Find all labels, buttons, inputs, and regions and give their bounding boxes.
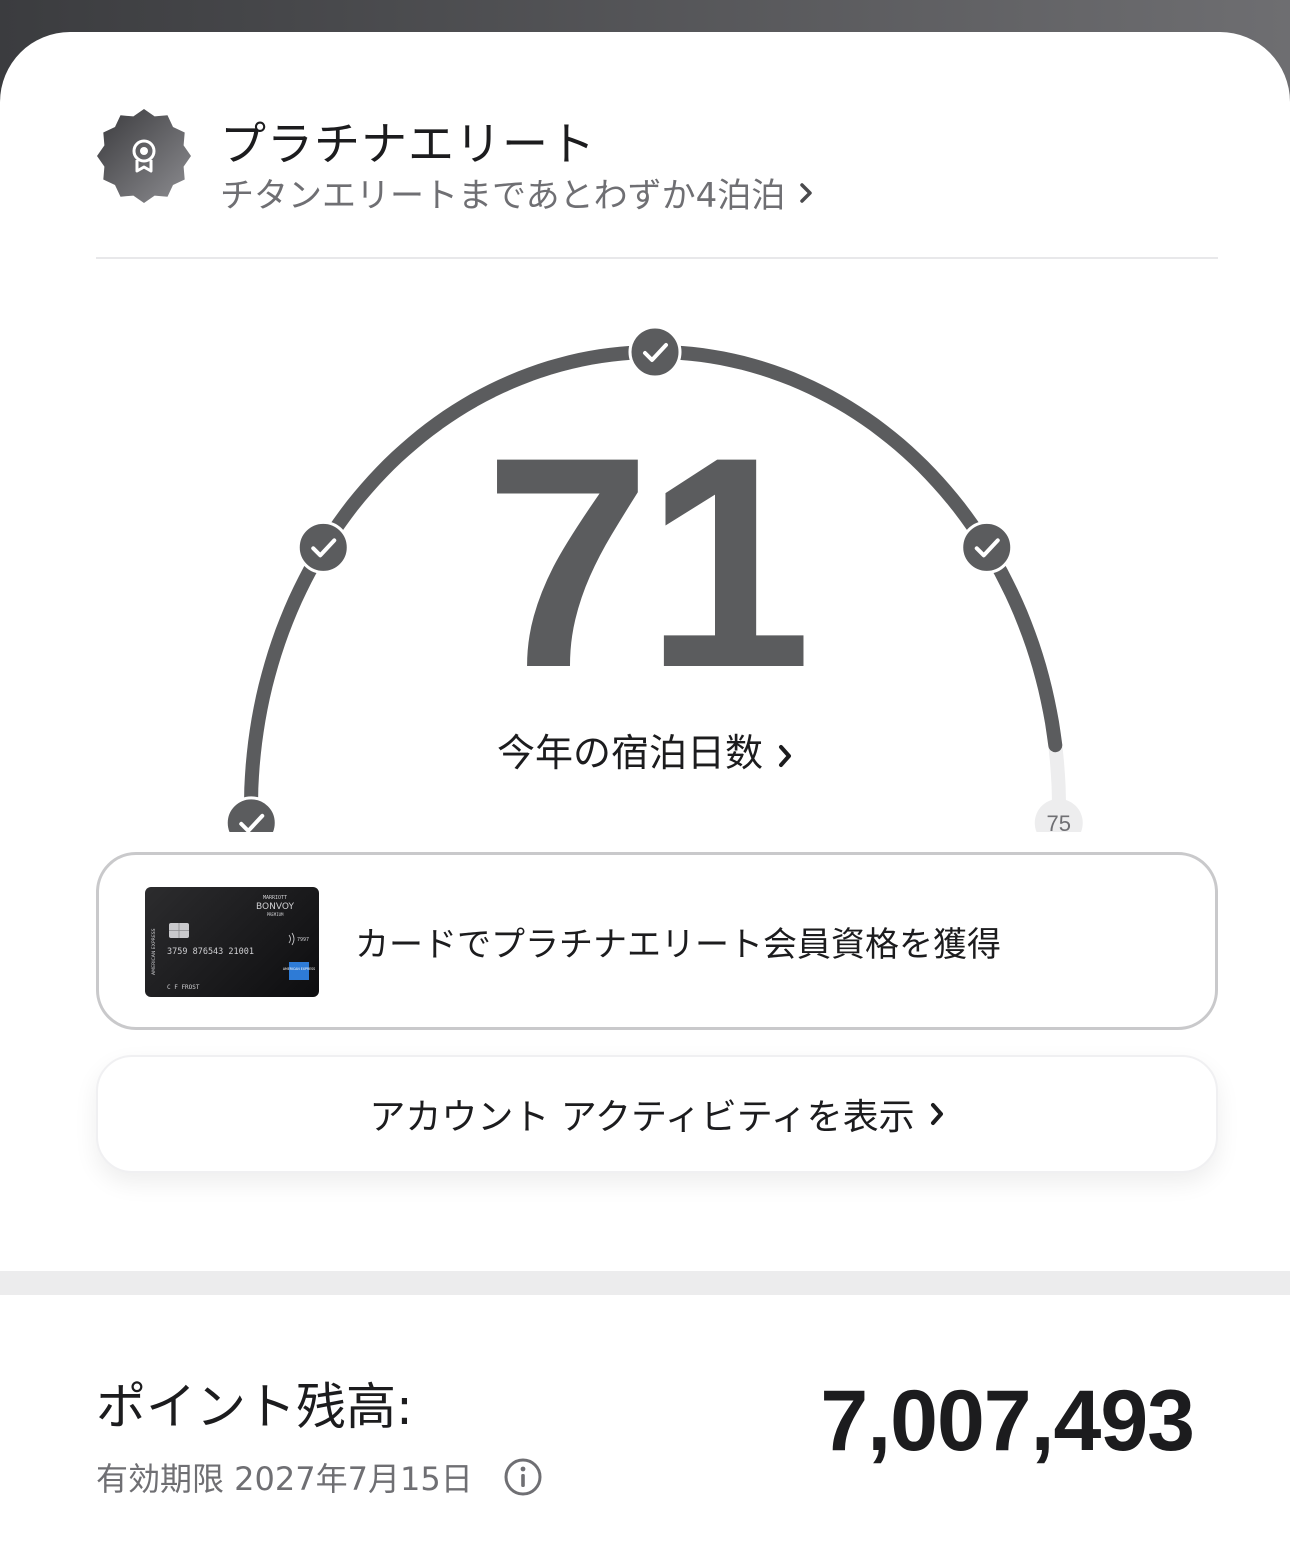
nights-label: 今年の宿泊日数 [496, 731, 763, 775]
card-holder: C F FROST [167, 984, 200, 991]
points-balance-value: 7,007,493 [820, 1373, 1195, 1469]
milestone-marker [628, 325, 682, 379]
nights-count: 71 [484, 394, 812, 730]
view-account-activity-button[interactable]: アカウント アクティビティを表示 [96, 1055, 1218, 1173]
goal-label: 75 [1047, 811, 1071, 832]
chevron-right-icon [930, 1103, 943, 1125]
activity-button-label: アカウント アクティビティを表示 [369, 1097, 915, 1138]
card-side-text: AMERICAN EXPRESS [151, 928, 157, 975]
points-expiry-text: 有効期限 2027年7月15日 [96, 1460, 473, 1498]
card-tier: PREMIUM [267, 912, 284, 917]
credit-card-art: MARRIOTT BONVOY PREMIUM 3759 876543 2100… [151, 895, 315, 991]
nights-label-link[interactable]: 今年の宿泊日数 [0, 722, 1290, 777]
amex-logo: AMERICAN EXPRESS [283, 967, 315, 971]
points-balance-label: ポイント残高: [96, 1378, 413, 1436]
card-promo-button[interactable]: MARRIOTT BONVOY PREMIUM 3759 876543 2100… [96, 852, 1218, 1030]
card-brand: BONVOY [256, 902, 294, 912]
card-number: 3759 876543 21001 [167, 947, 254, 957]
chevron-right-icon [779, 744, 791, 767]
section-divider [0, 1271, 1290, 1295]
card-promo-text: カードでプラチナエリート会員資格を獲得 [355, 924, 1001, 965]
status-sheet: プラチナエリート チタンエリートまであとわずか4泊泊 75 71 今年の宿泊日数… [0, 32, 1290, 1554]
card-brand-top: MARRIOTT [263, 895, 287, 901]
points-expiry: 有効期限 2027年7月15日 [96, 1454, 543, 1500]
info-icon[interactable] [503, 1457, 543, 1497]
card-short-number: 7997 [297, 937, 309, 943]
credit-card-image: MARRIOTT BONVOY PREMIUM 3759 876543 2100… [145, 887, 319, 997]
